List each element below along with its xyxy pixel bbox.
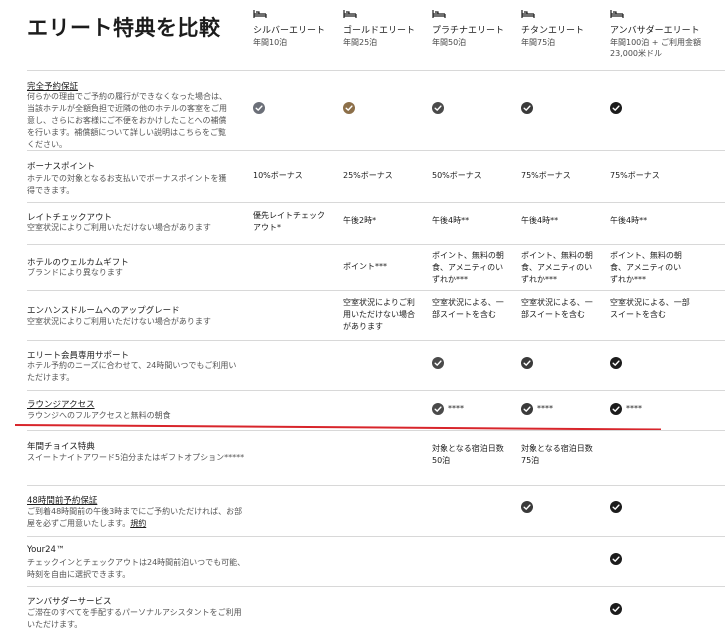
late-checkout-value: 優先レイトチェックアウト* <box>253 211 325 232</box>
check-icon <box>610 357 622 370</box>
welcome-gift-value: ポイント、無料の朝食、アメニティのいずれか*** <box>521 251 593 284</box>
late-checkout-value: 午後4時** <box>432 216 470 225</box>
terms-link[interactable]: 規約 <box>130 519 146 528</box>
benefit-title: Your24™ <box>27 545 65 555</box>
benefit-title-link[interactable]: ラウンジアクセス <box>27 398 95 410</box>
upgrade-value: 空室状況による、一部スイートを含む <box>432 298 504 319</box>
check-icon <box>610 553 622 566</box>
benefit-title: 年間チョイス特典 <box>27 442 95 452</box>
benefit-row-room-upgrade: エンハンスドルームへのアップグレード 空室状況によりご利用いただけない場合があり… <box>27 290 725 341</box>
lounge-check: **** <box>610 403 642 416</box>
lounge-check: **** <box>432 403 464 416</box>
benefit-description: ホテルでの対象となるお支払いでボーナスポイントを獲得できます。 <box>27 174 227 195</box>
check-icon <box>432 403 444 415</box>
welcome-gift-value: ポイント、無料の朝食、アメニティのいずれか*** <box>610 251 682 284</box>
benefit-title: アンバサダーサービス <box>27 597 112 607</box>
bonus-value: 50%ボーナス <box>432 171 482 180</box>
check-icon <box>610 603 622 616</box>
benefit-description: 空室状況によりご利用いただけない場合があります <box>27 223 211 232</box>
late-checkout-value: 午後4時** <box>610 216 648 225</box>
check-icon <box>432 102 444 115</box>
lounge-check: **** <box>521 403 553 416</box>
benefit-description: ご到着48時間前の午後3時までにご予約いただければ、お部屋を必ずご用意いたします… <box>27 506 247 530</box>
bed-icon <box>432 9 446 19</box>
benefit-description: チェックインとチェックアウトは24時間前泊いつでも可能、時刻を自由に選択できます… <box>27 558 246 579</box>
bonus-value: 75%ボーナス <box>521 171 571 180</box>
check-icon <box>610 501 622 514</box>
bed-icon <box>343 9 357 19</box>
benefit-description: 何らかの理由でご予約の履行ができなくなった場合は、当該ホテルが全額負担で近隣の他… <box>27 92 227 149</box>
annual-choice-value: 対象となる宿泊日数50泊 <box>432 444 504 465</box>
tier-header-ambassador: アンバサダーエリート 年間100泊 + ご利用金額23,000米ドル <box>610 9 715 59</box>
benefit-description: 空室状況によりご利用いただけない場合があります <box>27 317 211 326</box>
benefit-row-elite-support: エリート会員専用サポート ホテル予約のニーズに合わせて、24時間いつでもご利用い… <box>27 340 725 391</box>
bed-icon <box>610 9 624 19</box>
bonus-value: 10%ボーナス <box>253 171 303 180</box>
benefit-row-your24: Your24™ チェックインとチェックアウトは24時間前泊いつでも可能、時刻を自… <box>27 536 725 587</box>
footnote-stars: **** <box>537 404 553 413</box>
benefit-row-48hr-guarantee: 48時間前予約保証 ご到着48時間前の午後3時までにご予約いただければ、お部屋を… <box>27 485 725 537</box>
late-checkout-value: 午後2時* <box>343 216 377 225</box>
tier-requirement: 年間100泊 + ご利用金額23,000米ドル <box>610 38 702 58</box>
benefit-title: エンハンスドルームへのアップグレード <box>27 306 180 316</box>
benefit-description: ブランドにより異なります <box>27 268 123 277</box>
welcome-gift-value: ポイント、無料の朝食、アメニティのいずれか*** <box>432 251 504 284</box>
benefit-row-annual-choice: 年間チョイス特典 スイートナイトアワード5泊分またはギフトオプション***** … <box>27 430 725 486</box>
bonus-value: 75%ボーナス <box>610 171 660 180</box>
late-checkout-value: 午後4時** <box>521 216 559 225</box>
upgrade-value: 空室状況による、一部スイートを含む <box>610 298 690 319</box>
bed-icon <box>253 9 267 19</box>
check-icon <box>432 357 444 370</box>
footnote-stars: **** <box>448 404 464 413</box>
welcome-gift-value: ポイント*** <box>343 262 387 271</box>
benefit-title: ボーナスポイント <box>27 162 96 172</box>
benefit-title-link[interactable]: 48時間前予約保証 <box>27 494 97 506</box>
check-icon <box>521 403 533 415</box>
page-title: エリート特典を比較 <box>27 16 221 40</box>
benefit-description: スイートナイトアワード5泊分またはギフトオプション***** <box>27 453 245 462</box>
check-icon <box>253 102 265 115</box>
benefit-row-late-checkout: レイトチェックアウト 空室状況によりご利用いただけない場合があります 優先レイト… <box>27 202 725 245</box>
footnote-stars: **** <box>626 404 642 413</box>
check-icon <box>521 501 533 514</box>
benefit-description: ホテル予約のニーズに合わせて、24時間いつでもご利用いただけます。 <box>27 361 237 382</box>
check-icon <box>610 403 622 415</box>
upgrade-value: 空室状況によりご利用いただけない場合があります <box>343 298 415 331</box>
tier-name: アンバサダーエリート <box>610 26 700 36</box>
benefit-row-ambassador-service: アンバサダーサービス ご滞在のすべてを手配するパーソナルアシスタントをご利用いた… <box>27 586 725 631</box>
annual-choice-value: 対象となる宿泊日数75泊 <box>521 444 593 465</box>
bonus-value: 25%ボーナス <box>343 171 393 180</box>
bed-icon <box>521 9 535 19</box>
benefit-row-bonus-points: ボーナスポイント ホテルでの対象となるお支払いでボーナスポイントを獲得できます。… <box>27 150 725 203</box>
benefit-description: ご滞在のすべてを手配するパーソナルアシスタントをご利用いただけます。 <box>27 608 242 629</box>
benefit-description: ラウンジへのフルアクセスと無料の朝食 <box>27 411 171 420</box>
check-icon <box>521 357 533 370</box>
upgrade-value: 空室状況による、一部スイートを含む <box>521 298 593 319</box>
benefit-row-welcome-gift: ホテルのウェルカムギフト ブランドにより異なります ポイント*** ポイント、無… <box>27 244 725 291</box>
check-icon <box>343 102 355 115</box>
benefit-row-reservation-guarantee: 完全予約保証 何らかの理由でご予約の履行ができなくなった場合は、当該ホテルが全額… <box>27 70 725 151</box>
check-icon <box>610 102 622 115</box>
check-icon <box>521 102 533 115</box>
